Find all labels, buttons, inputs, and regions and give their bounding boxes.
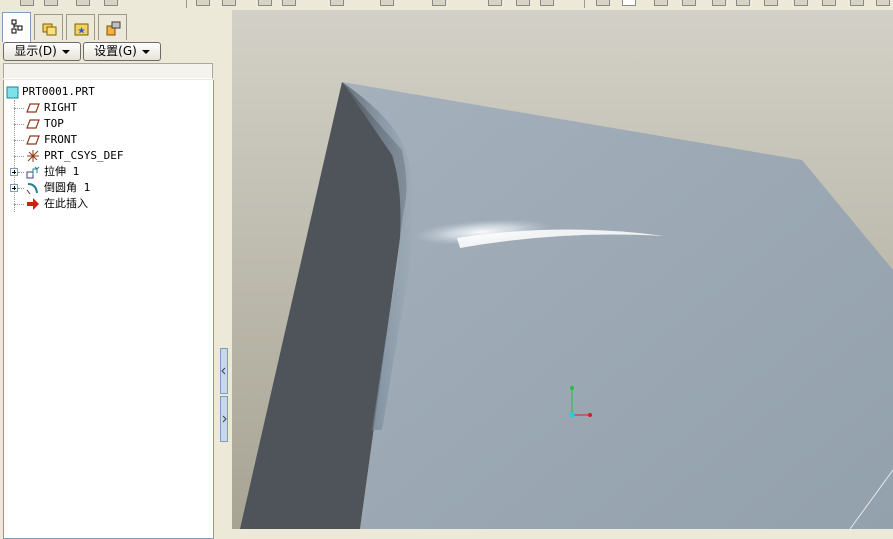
datum-plane-icon (26, 103, 40, 113)
help-icon[interactable] (258, 0, 272, 6)
sketch-icon[interactable] (682, 0, 696, 6)
tree-item-label: PRT_CSYS_DEF (44, 149, 124, 162)
collapse-left-button[interactable] (220, 348, 228, 394)
favorites-icon (74, 23, 89, 36)
curve-icon[interactable] (712, 0, 726, 6)
toolbar-separator (186, 0, 187, 8)
view-icon[interactable] (432, 0, 446, 6)
tree-root-label: PRT0001.PRT (22, 85, 95, 98)
main-toolbar (0, 0, 893, 10)
extrude-icon (26, 166, 40, 179)
tree-connector (14, 156, 24, 158)
tree-column-header[interactable] (3, 63, 213, 79)
tree-connector (14, 108, 24, 110)
datum-plane-toggle-icon[interactable] (596, 0, 610, 6)
zoom-fit-icon[interactable] (540, 0, 554, 6)
expand-icon[interactable] (10, 184, 18, 192)
chevron-down-icon (61, 49, 70, 54)
datum-plane-icon (26, 119, 40, 129)
tree-connector (18, 172, 24, 174)
chevron-right-icon (222, 415, 227, 423)
tree-root-item[interactable]: PRT0001.PRT (4, 84, 204, 100)
chevron-left-icon (221, 367, 226, 375)
repaint-icon[interactable] (488, 0, 502, 6)
tree-item-front[interactable]: FRONT (4, 132, 204, 148)
connections-icon (106, 21, 121, 36)
model-tree-icon (11, 19, 23, 34)
model-tree: PRT0001.PRT RIGHT TOP FRONT PRT_CSYS_DEF… (3, 80, 214, 539)
tree-connector (14, 140, 24, 142)
hidden-line-icon[interactable] (822, 0, 836, 6)
context-help-icon[interactable] (282, 0, 296, 6)
copy-icon[interactable] (380, 0, 394, 6)
orient-icon[interactable] (876, 0, 890, 6)
show-dropdown-button[interactable]: 显示(D) (3, 42, 81, 61)
tab-folder-browser[interactable] (34, 14, 63, 40)
shaded-icon[interactable] (794, 0, 808, 6)
tree-connector (18, 188, 24, 190)
part-icon (6, 86, 19, 99)
settings-dropdown-button[interactable]: 设置(G) (83, 42, 161, 61)
tree-item-label: 在此插入 (44, 197, 88, 210)
toolbar-separator (584, 0, 585, 8)
wireframe-icon[interactable] (850, 0, 864, 6)
new-icon[interactable] (20, 0, 34, 6)
coordinate-system-icon (27, 150, 39, 162)
zoom-in-icon[interactable] (516, 0, 530, 6)
tree-item-label: 拉伸 1 (44, 165, 80, 178)
round-icon (26, 183, 38, 195)
model-view[interactable] (232, 10, 893, 529)
tab-connections[interactable] (98, 14, 127, 40)
regenerate-icon[interactable] (196, 0, 210, 6)
tree-item-label: TOP (44, 117, 64, 130)
expand-right-button[interactable] (220, 396, 228, 442)
datum-axis-toggle-icon[interactable] (622, 0, 636, 6)
csys-icon[interactable] (736, 0, 750, 6)
chevron-down-icon (141, 49, 150, 54)
graphics-viewport[interactable] (232, 10, 893, 529)
tab-model-tree[interactable] (2, 12, 31, 42)
tree-connector (14, 204, 24, 206)
tree-item-label: FRONT (44, 133, 78, 146)
datum-plane-icon (26, 135, 40, 145)
tree-item-top[interactable]: TOP (4, 116, 204, 132)
save-icon[interactable] (76, 0, 90, 6)
undo-icon[interactable] (330, 0, 344, 6)
analysis-icon[interactable] (764, 0, 778, 6)
tree-item-insert-here[interactable]: 在此插入 (4, 196, 204, 212)
tree-item-extrude[interactable]: 拉伸 1 (4, 164, 204, 180)
tab-favorites[interactable] (66, 14, 95, 40)
tree-item-round[interactable]: 倒圆角 1 (4, 180, 204, 196)
expand-icon[interactable] (10, 168, 18, 176)
navigator-tabs (2, 12, 216, 42)
insert-here-arrow-icon (27, 198, 39, 210)
open-icon[interactable] (44, 0, 58, 6)
tree-item-right[interactable]: RIGHT (4, 100, 204, 116)
print-icon[interactable] (104, 0, 118, 6)
settings-dropdown-label: 设置(G) (94, 44, 137, 58)
panel-splitter[interactable] (218, 10, 230, 529)
show-dropdown-label: 显示(D) (14, 44, 57, 58)
datum-point-toggle-icon[interactable] (654, 0, 668, 6)
folder-browser-icon (42, 23, 57, 36)
tree-item-label: RIGHT (44, 101, 78, 114)
tree-item-label: 倒圆角 1 (44, 181, 91, 194)
tree-connector (14, 124, 24, 126)
navigator-panel: 显示(D) 设置(G) PRT0001.PRT RIGHT TOP FRONT … (0, 10, 218, 539)
tree-item-csys[interactable]: PRT_CSYS_DEF (4, 148, 204, 164)
window-icon[interactable] (222, 0, 236, 6)
